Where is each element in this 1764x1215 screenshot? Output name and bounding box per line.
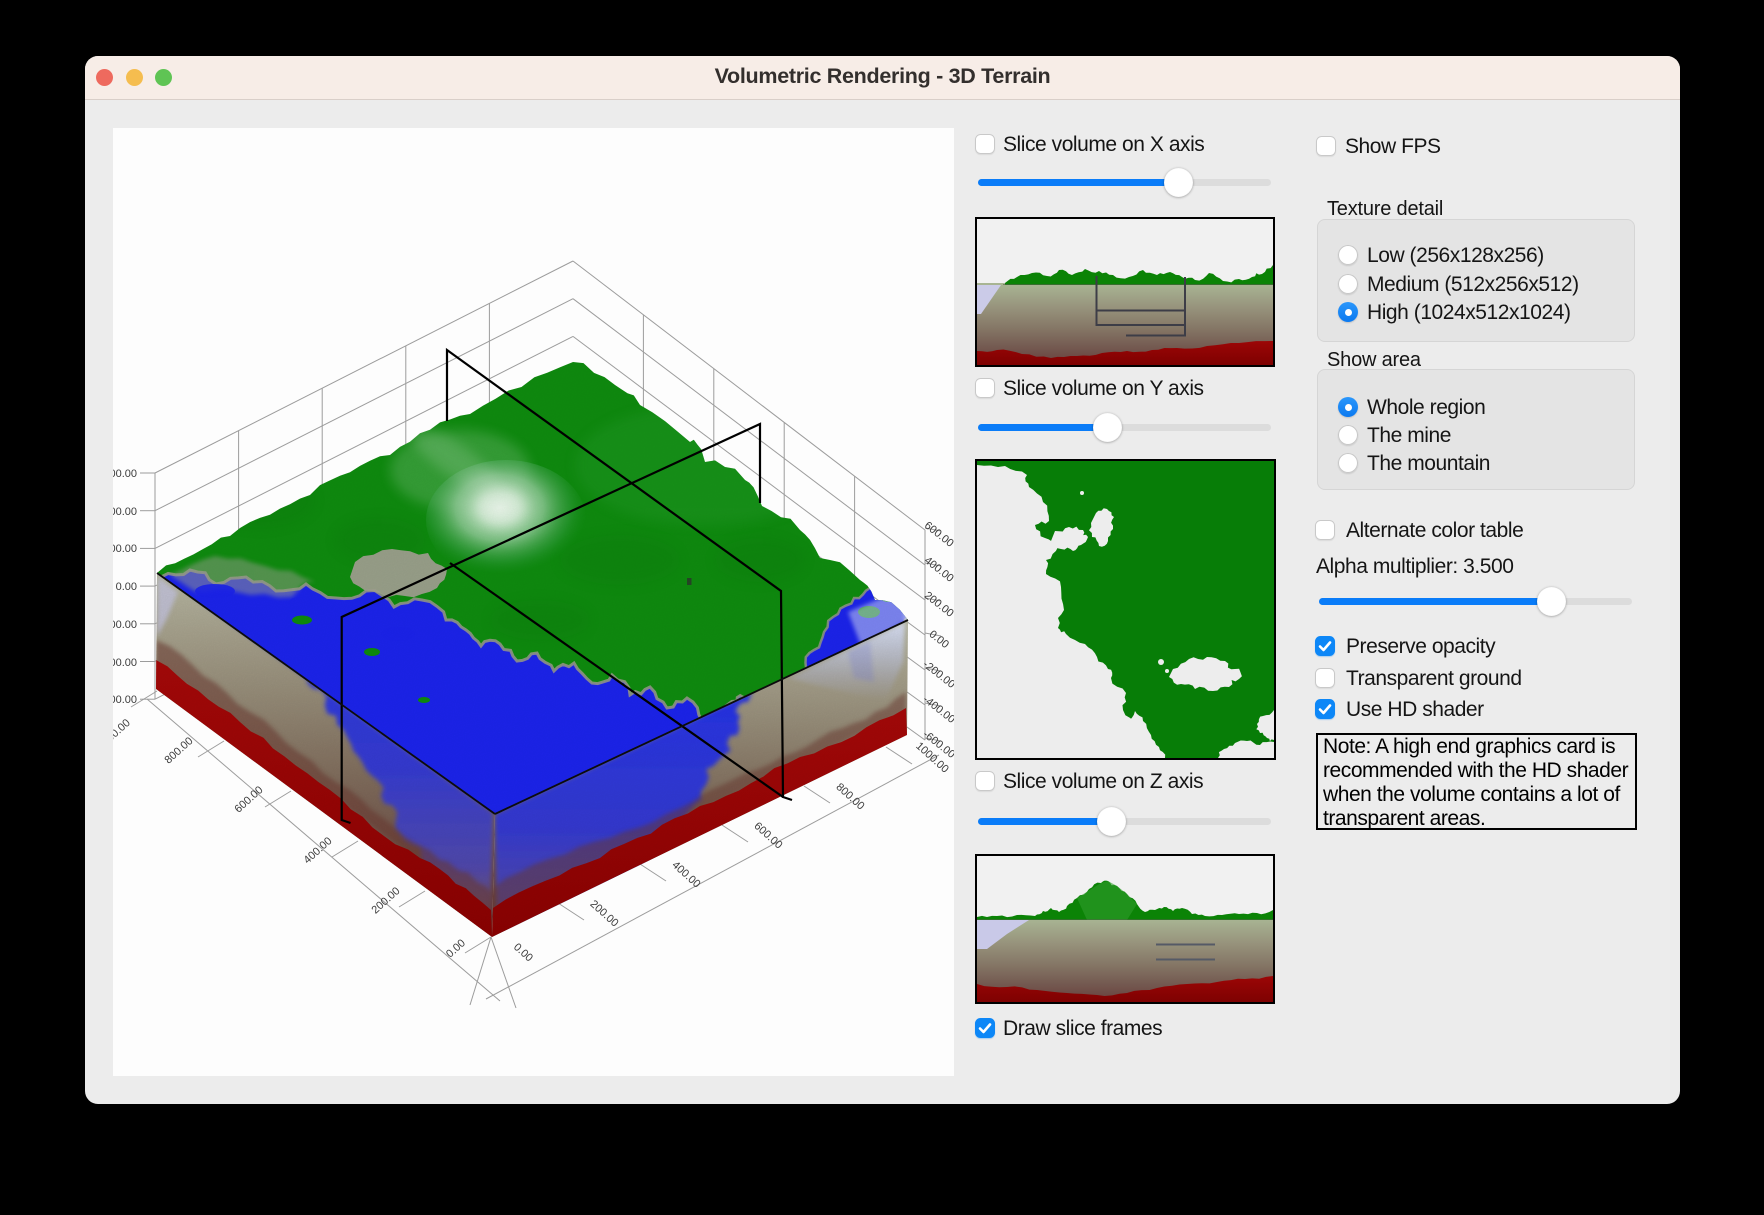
svg-text:600.00: 600.00 <box>113 468 137 480</box>
svg-text:1000.00: 1000.00 <box>113 717 133 753</box>
svg-text:-200.00: -200.00 <box>113 619 137 631</box>
svg-text:-600.00: -600.00 <box>113 694 137 706</box>
svg-text:200.00: 200.00 <box>113 543 137 555</box>
svg-text:400.00: 400.00 <box>113 506 137 518</box>
svg-text:0.00: 0.00 <box>116 581 137 593</box>
svg-text:600.00: 600.00 <box>922 520 954 550</box>
svg-text:800.00: 800.00 <box>162 735 195 766</box>
svg-text:400.00: 400.00 <box>922 555 954 585</box>
svg-text:0.00: 0.00 <box>927 628 951 651</box>
svg-text:200.00: 200.00 <box>922 590 954 620</box>
svg-text:400.00: 400.00 <box>301 835 334 866</box>
svg-text:0.00: 0.00 <box>444 937 468 960</box>
svg-text:0.00: 0.00 <box>511 941 535 964</box>
svg-text:200.00: 200.00 <box>587 898 620 929</box>
svg-text:200.00: 200.00 <box>369 885 402 916</box>
svg-text:400.00: 400.00 <box>669 859 702 890</box>
svg-text:-400.00: -400.00 <box>113 657 137 669</box>
svg-text:600.00: 600.00 <box>232 784 265 815</box>
